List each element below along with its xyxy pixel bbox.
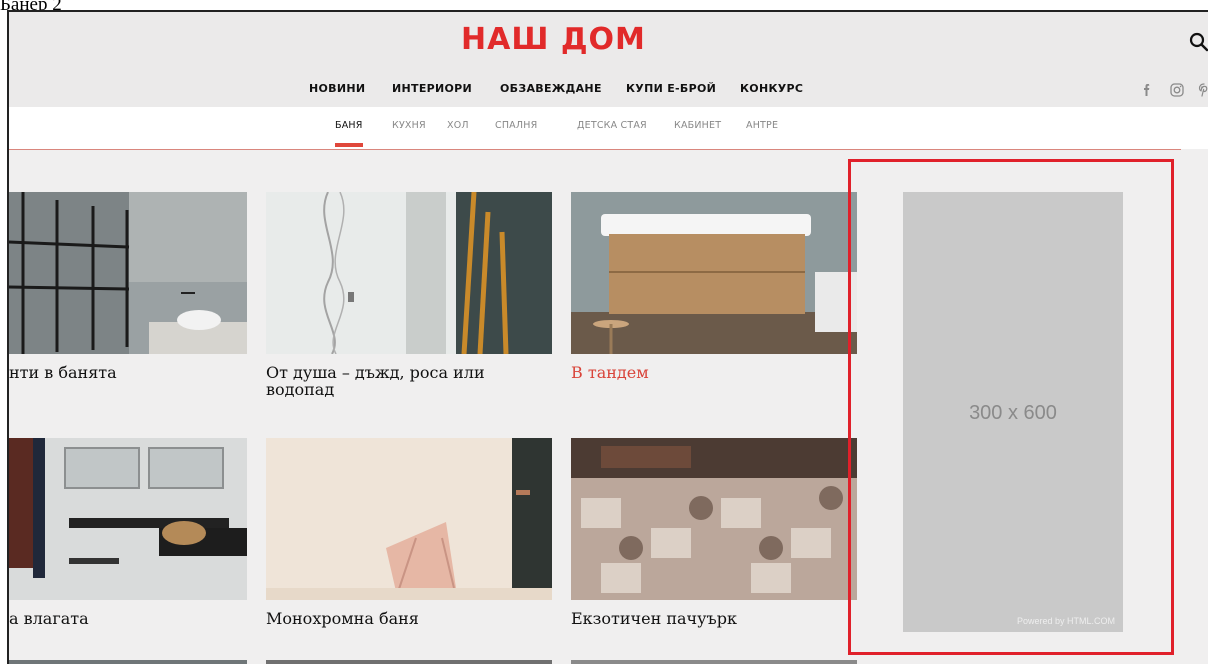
browser-frame: НАШ ДОМ НОВИНИ ИНТЕРИОРИ ОБЗАВЕЖДАНЕ КУП… <box>7 10 1208 664</box>
pinterest-icon[interactable] <box>1198 82 1208 98</box>
subnav-item-bedroom[interactable]: СПАЛНЯ <box>495 120 537 131</box>
main-navigation: НОВИНИ ИНТЕРИОРИ ОБЗАВЕЖДАНЕ КУПИ Е-БРОЙ… <box>9 82 1208 106</box>
nav-item-furnishing[interactable]: ОБЗАВЕЖДАНЕ <box>500 82 602 95</box>
active-tab-indicator <box>335 143 363 147</box>
subnav-item-kids-room[interactable]: ДЕТСКА СТАЯ <box>577 120 647 131</box>
nav-item-contest[interactable]: КОНКУРС <box>740 82 803 95</box>
article-title-2[interactable]: От душа – дъжд, роса или водопад <box>266 364 526 398</box>
article-image-partial <box>571 660 857 664</box>
article-title-4[interactable]: а влагата <box>9 610 89 627</box>
site-logo[interactable]: НАШ ДОМ <box>461 22 646 57</box>
article-image-partial <box>9 660 247 664</box>
subnav-divider <box>9 149 1181 150</box>
instagram-icon[interactable] <box>1169 82 1185 98</box>
article-image-black-vanity[interactable] <box>9 438 247 600</box>
search-icon[interactable] <box>1189 32 1208 52</box>
subnav-item-kitchen[interactable]: КУХНЯ <box>392 120 426 131</box>
subnav-item-study[interactable]: КАБИНЕТ <box>674 120 721 131</box>
nav-item-buy-issue[interactable]: КУПИ Е-БРОЙ <box>626 82 716 95</box>
subnav-item-bathroom[interactable]: БАНЯ <box>335 120 363 131</box>
category-subnav: БАНЯ КУХНЯ ХОЛ СПАЛНЯ ДЕТСКА СТАЯ КАБИНЕ… <box>9 107 1208 149</box>
facebook-icon[interactable] <box>1141 82 1153 98</box>
article-title-3[interactable]: В тандем <box>571 364 649 381</box>
article-title-1[interactable]: нти в банята <box>9 364 117 381</box>
article-image-shower[interactable] <box>9 192 247 354</box>
nav-item-news[interactable]: НОВИНИ <box>309 82 365 95</box>
article-image-partial <box>266 660 552 664</box>
article-title-6[interactable]: Екзотичен пачуърк <box>571 610 737 627</box>
subnav-item-hallway[interactable]: АНТРЕ <box>746 120 778 131</box>
highlight-outline <box>848 159 1174 655</box>
article-image-shower-curtain[interactable] <box>266 192 552 354</box>
subnav-item-living-room[interactable]: ХОЛ <box>447 120 469 131</box>
article-image-vanity[interactable] <box>571 192 857 354</box>
article-image-pink-chair[interactable] <box>266 438 552 600</box>
site-header: НАШ ДОМ НОВИНИ ИНТЕРИОРИ ОБЗАВЕЖДАНЕ КУП… <box>9 12 1208 107</box>
nav-item-interiors[interactable]: ИНТЕРИОРИ <box>392 82 472 95</box>
article-image-patchwork-floor[interactable] <box>571 438 857 600</box>
article-title-5[interactable]: Монохромна баня <box>266 610 419 627</box>
